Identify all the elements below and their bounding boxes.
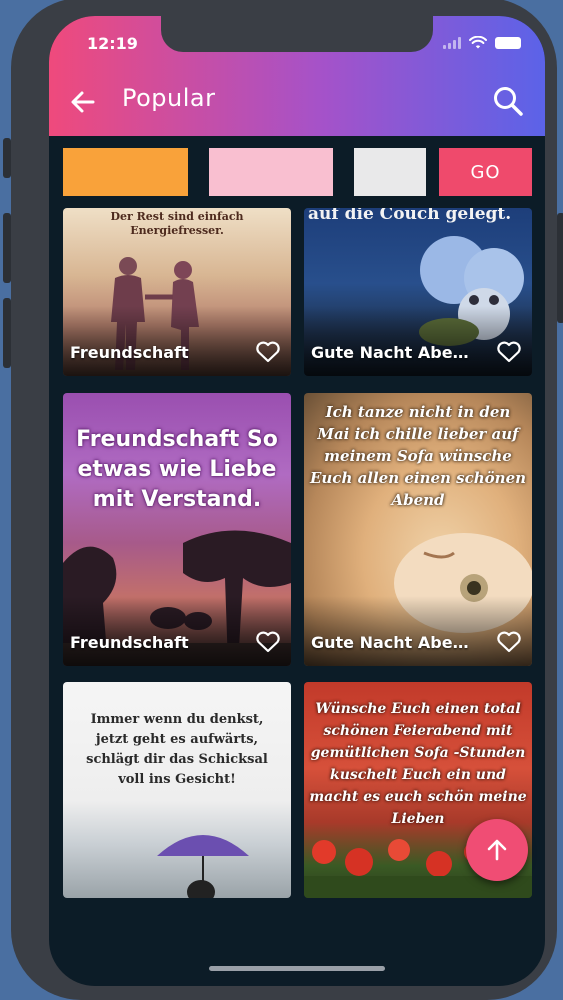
umbrella-illustration	[157, 835, 249, 898]
card-title: Freundschaft	[70, 343, 189, 362]
search-icon[interactable]	[491, 84, 525, 118]
card-title: Gute Nacht Abe…	[311, 343, 469, 362]
status-time: 12:19	[87, 34, 138, 53]
heart-outline-icon[interactable]	[255, 630, 281, 654]
grid-card[interactable]: Ich tanze nicht in den Mai ich chille li…	[304, 393, 532, 666]
wallpaper-grid: Der Rest sind einfach Energiefresser. Fr…	[49, 208, 545, 898]
card-caption: Immer wenn du denkst, jetzt geht es aufw…	[86, 712, 268, 787]
grid-card[interactable]: Der Rest sind einfach Energiefresser. Fr…	[63, 208, 291, 376]
scroll-to-top-button[interactable]	[466, 819, 528, 881]
volume-down-button	[3, 298, 11, 368]
back-arrow-icon[interactable]	[67, 86, 99, 118]
battery-icon	[495, 37, 521, 49]
color-swatch-white[interactable]	[354, 148, 426, 196]
card-caption: Freundschaft So etwas wie Liebe mit Vers…	[76, 427, 278, 512]
card-title: Gute Nacht Abe…	[311, 633, 469, 652]
mute-switch	[3, 138, 11, 178]
color-swatch-orange[interactable]	[63, 148, 188, 196]
wifi-icon	[469, 36, 487, 49]
heart-outline-icon[interactable]	[496, 630, 522, 654]
card-caption: Ich tanze nicht in den Mai ich chille li…	[309, 403, 527, 509]
card-caption: auf die Couch gelegt.	[308, 208, 512, 224]
go-button[interactable]: GO	[439, 148, 532, 196]
grid-card[interactable]: Immer wenn du denkst, jetzt geht es aufw…	[63, 682, 291, 898]
device-notch	[161, 16, 433, 52]
home-indicator[interactable]	[209, 966, 385, 971]
card-caption: Der Rest sind einfach Energiefresser.	[110, 210, 244, 237]
heart-outline-icon[interactable]	[255, 340, 281, 364]
heart-outline-icon[interactable]	[496, 340, 522, 364]
power-button	[557, 213, 563, 323]
phone-frame: 12:19 Popular GO Der Rest sind einfach E…	[3, 0, 563, 1000]
grid-card[interactable]: auf die Couch gelegt. Gute Nacht Abe…	[304, 208, 532, 376]
grid-card[interactable]: Freundschaft So etwas wie Liebe mit Vers…	[63, 393, 291, 666]
status-icons	[443, 36, 521, 50]
page-title: Popular	[122, 84, 216, 112]
color-swatch-pink[interactable]	[209, 148, 333, 196]
volume-up-button	[3, 213, 11, 283]
card-caption: Wünsche Euch einen total schönen Feierab…	[309, 701, 527, 827]
app-screen: 12:19 Popular GO Der Rest sind einfach E…	[49, 16, 545, 986]
card-title: Freundschaft	[70, 633, 189, 652]
arrow-up-icon	[487, 839, 507, 861]
signal-icon	[443, 37, 461, 49]
